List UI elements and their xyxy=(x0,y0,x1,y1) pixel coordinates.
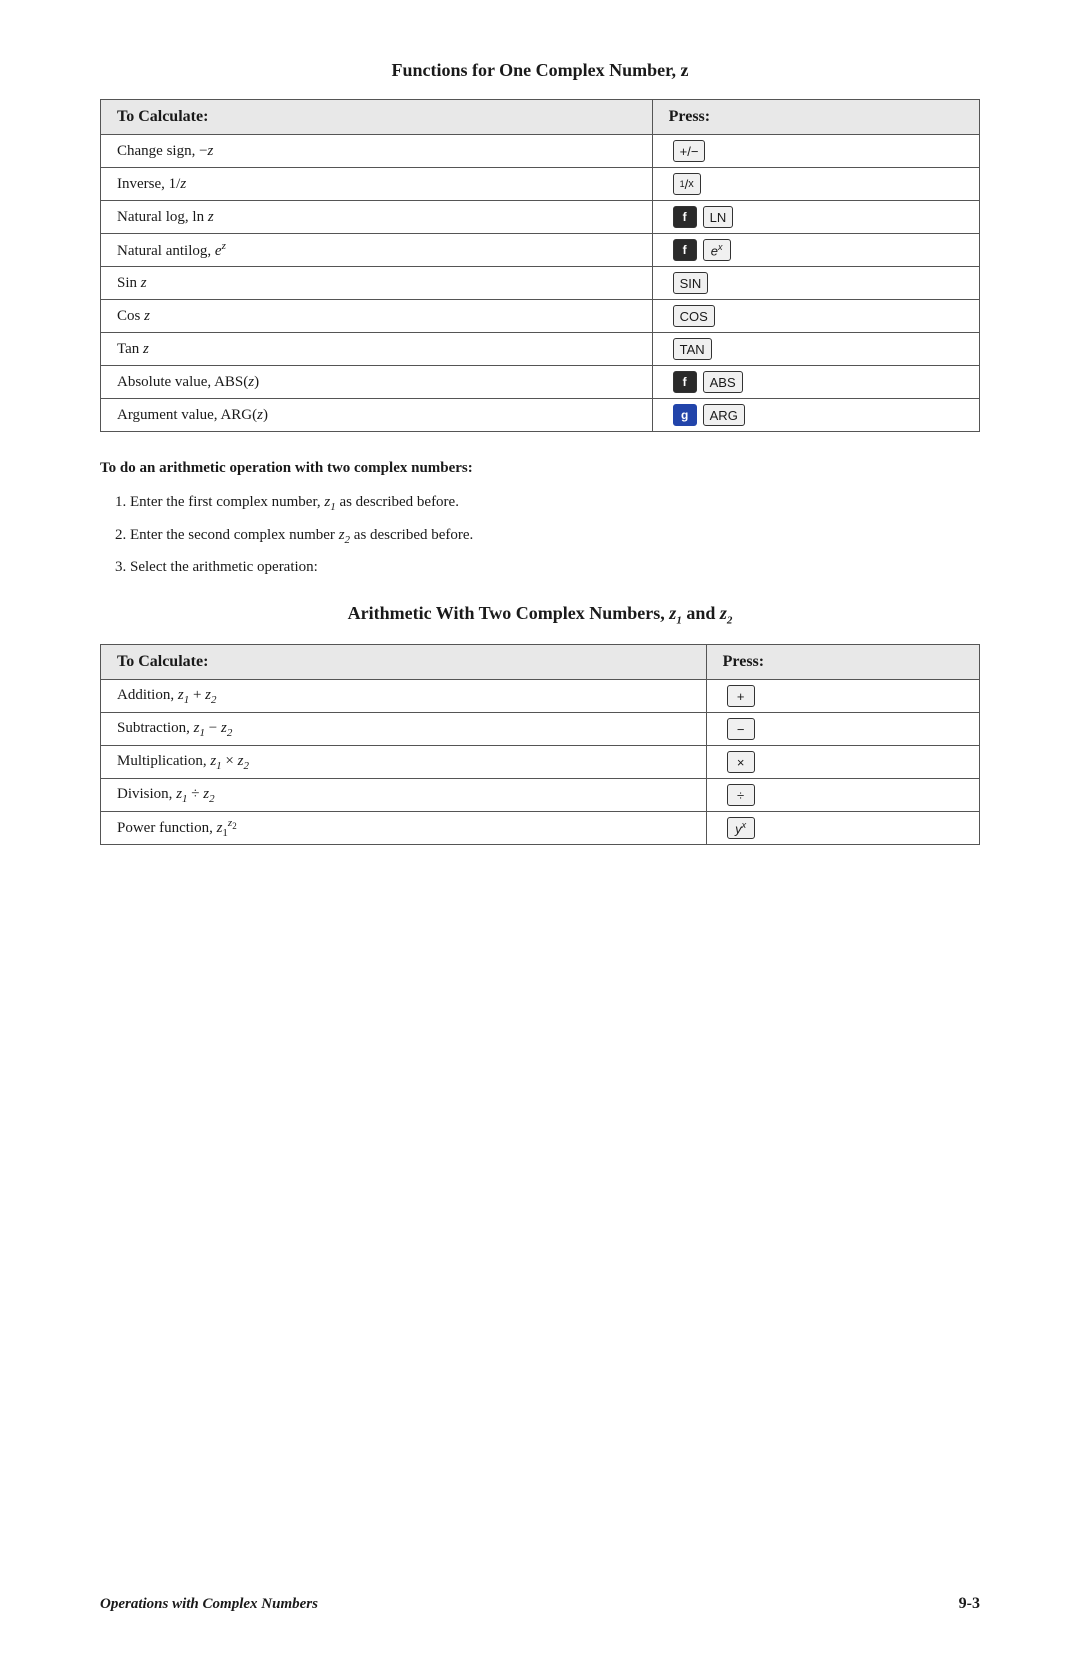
table-row: Division, z1 ÷ z2 ÷ xyxy=(101,779,980,812)
key-ex[interactable]: ex xyxy=(703,239,731,261)
key-inverse[interactable]: 1/x xyxy=(673,173,701,195)
calc-cell: Natural log, ln z xyxy=(101,201,653,234)
table-row: Natural antilog, ez f ex xyxy=(101,234,980,267)
main-title: Functions for One Complex Number, z xyxy=(100,60,980,81)
calc-cell: Change sign, −z xyxy=(101,135,653,168)
calc-cell: Addition, z1 + z2 xyxy=(101,680,707,713)
key-arg[interactable]: ARG xyxy=(703,404,745,426)
shift-f-key2[interactable]: f xyxy=(673,239,697,261)
press-cell: + xyxy=(706,680,979,713)
calc-cell: Absolute value, ABS(z) xyxy=(101,366,653,399)
calc-cell: Cos z xyxy=(101,300,653,333)
step-3: Select the arithmetic operation: xyxy=(130,556,980,579)
shift-g-key[interactable]: g xyxy=(673,404,697,426)
press-cell: g ARG xyxy=(652,399,979,432)
calc-cell: Tan z xyxy=(101,333,653,366)
press-cell: f ex xyxy=(652,234,979,267)
key-minus[interactable]: − xyxy=(727,718,755,740)
table-row: Change sign, −z +/− xyxy=(101,135,980,168)
key-abs[interactable]: ABS xyxy=(703,371,743,393)
footer: Operations with Complex Numbers 9-3 xyxy=(100,1595,980,1613)
calc-cell: Subtraction, z1 − z2 xyxy=(101,713,707,746)
col1-header: To Calculate: xyxy=(101,100,653,135)
table-row: Natural log, ln z f LN xyxy=(101,201,980,234)
table-row: Subtraction, z1 − z2 − xyxy=(101,713,980,746)
table-row: Power function, z1z2 yx xyxy=(101,812,980,845)
table-row: Argument value, ARG(z) g ARG xyxy=(101,399,980,432)
table-row: Addition, z1 + z2 + xyxy=(101,680,980,713)
table-row: Sin z SIN xyxy=(101,267,980,300)
calc-cell: Multiplication, z1 × z2 xyxy=(101,746,707,779)
table-row: Cos z COS xyxy=(101,300,980,333)
press-cell: +/− xyxy=(652,135,979,168)
calc-cell: Natural antilog, ez xyxy=(101,234,653,267)
key-ln[interactable]: LN xyxy=(703,206,734,228)
calc-cell: Division, z1 ÷ z2 xyxy=(101,779,707,812)
table-arithmetic-two-complex: To Calculate: Press: Addition, z1 + z2 +… xyxy=(100,644,980,845)
key-power[interactable]: yx xyxy=(727,817,755,839)
key-divide[interactable]: ÷ xyxy=(727,784,755,806)
calc-cell: Power function, z1z2 xyxy=(101,812,707,845)
bold-instruction: To do an arithmetic operation with two c… xyxy=(100,460,980,477)
col1-header-t2: To Calculate: xyxy=(101,645,707,680)
step-1: Enter the first complex number, z1 as de… xyxy=(130,491,980,516)
footer-left: Operations with Complex Numbers xyxy=(100,1596,318,1613)
key-sin[interactable]: SIN xyxy=(673,272,709,294)
press-cell: COS xyxy=(652,300,979,333)
table-functions-one-complex: To Calculate: Press: Change sign, −z +/−… xyxy=(100,99,980,432)
press-cell: ÷ xyxy=(706,779,979,812)
shift-f-key3[interactable]: f xyxy=(673,371,697,393)
col2-header-t2: Press: xyxy=(706,645,979,680)
key-multiply[interactable]: × xyxy=(727,751,755,773)
second-title: Arithmetic With Two Complex Numbers, z1 … xyxy=(100,603,980,627)
press-cell: TAN xyxy=(652,333,979,366)
table-row: Absolute value, ABS(z) f ABS xyxy=(101,366,980,399)
press-cell: − xyxy=(706,713,979,746)
calc-cell: Sin z xyxy=(101,267,653,300)
step-2: Enter the second complex number z2 as de… xyxy=(130,524,980,549)
press-cell: SIN xyxy=(652,267,979,300)
calc-cell: Argument value, ARG(z) xyxy=(101,399,653,432)
press-cell: × xyxy=(706,746,979,779)
key-plus[interactable]: + xyxy=(727,685,755,707)
numbered-steps: Enter the first complex number, z1 as de… xyxy=(130,491,980,579)
calc-cell: Inverse, 1/z xyxy=(101,168,653,201)
press-cell: 1/x xyxy=(652,168,979,201)
table-row: Multiplication, z1 × z2 × xyxy=(101,746,980,779)
footer-right: 9-3 xyxy=(959,1595,980,1613)
key-cos[interactable]: COS xyxy=(673,305,715,327)
press-cell: f LN xyxy=(652,201,979,234)
table-row: Tan z TAN xyxy=(101,333,980,366)
press-cell: yx xyxy=(706,812,979,845)
shift-f-key[interactable]: f xyxy=(673,206,697,228)
key-plus-minus[interactable]: +/− xyxy=(673,140,706,162)
key-tan[interactable]: TAN xyxy=(673,338,712,360)
table-row: Inverse, 1/z 1/x xyxy=(101,168,980,201)
press-cell: f ABS xyxy=(652,366,979,399)
col2-header: Press: xyxy=(652,100,979,135)
